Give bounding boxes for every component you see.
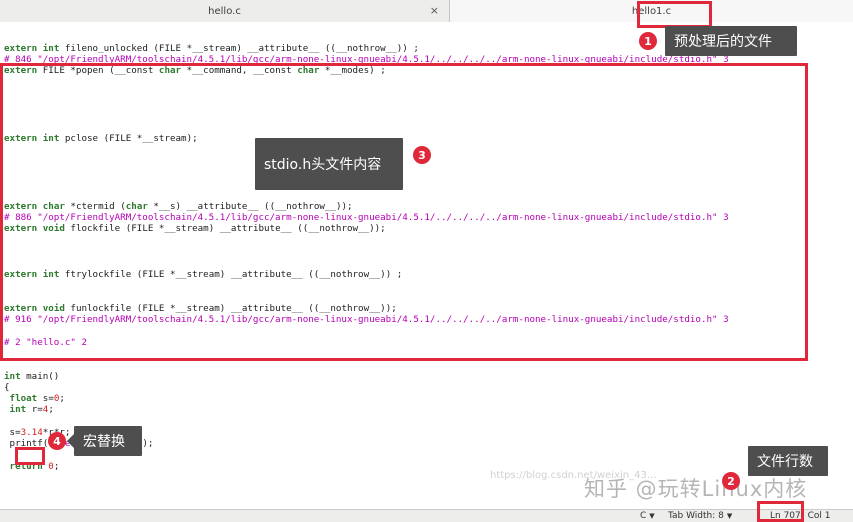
annotation-callout-4: 宏替换: [67, 426, 142, 456]
code-line: float s=0;: [9, 393, 65, 404]
highlight-box-stdio-content: [0, 63, 808, 361]
annotation-badge-1: 1: [639, 32, 657, 50]
annotation-callout-1: 预处理后的文件: [665, 26, 797, 56]
tab-hello-c[interactable]: hello.c ×: [0, 0, 450, 22]
annotation-badge-4: 4: [48, 432, 66, 450]
code-line: int r=4;: [9, 404, 54, 415]
watermark: 知乎 @玩转Linux内核: [584, 477, 808, 501]
close-icon[interactable]: ×: [430, 4, 439, 17]
annotation-badge-2: 2: [722, 472, 740, 490]
tab-label: hello.c: [208, 5, 241, 17]
code-line: int main(): [4, 371, 60, 382]
annotation-callout-2: 文件行数: [748, 446, 828, 476]
highlight-box-tab: [637, 1, 712, 28]
highlight-box-line-count: [757, 501, 804, 522]
highlight-box-macro: [15, 447, 45, 465]
chevron-down-icon: ▼: [726, 512, 733, 520]
annotation-callout-3: stdio.h头文件内容: [255, 138, 403, 190]
annotation-badge-3: 3: [413, 146, 431, 164]
tab-width-selector[interactable]: Tab Width: 8 ▼: [668, 511, 732, 521]
code-line: extern int fileno_unlocked (FILE *__stre…: [4, 43, 419, 54]
status-bar: C ▼ Tab Width: 8 ▼ Ln 707 Col 1: [0, 509, 853, 522]
tab-bar: hello.c × hello1.c: [0, 0, 853, 22]
chevron-down-icon: ▼: [649, 512, 655, 520]
language-selector[interactable]: C ▼: [640, 511, 655, 521]
code-line: {: [4, 382, 10, 393]
